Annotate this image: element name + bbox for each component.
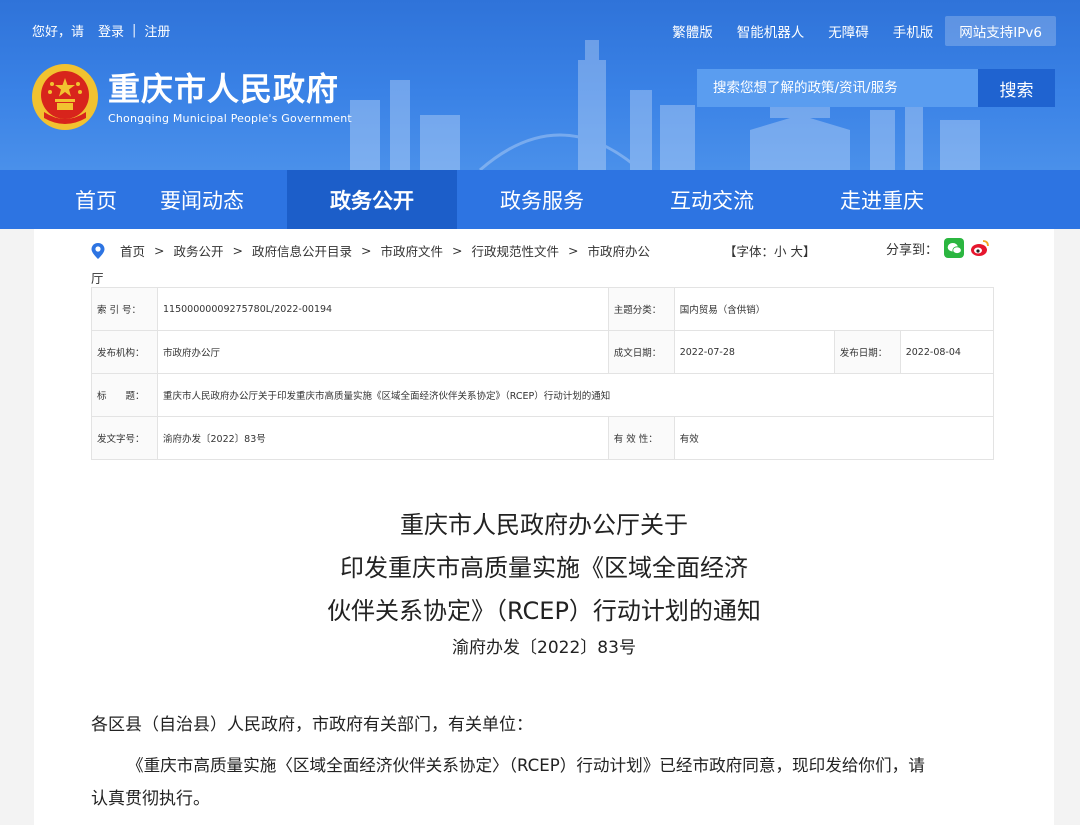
nav-news-label: 要闻动态 bbox=[160, 188, 244, 213]
breadcrumb-separator: > bbox=[568, 243, 579, 258]
accessibility-link[interactable]: 无障碍 bbox=[828, 21, 869, 41]
font-size-control[interactable]: 【字体：小 大】 bbox=[724, 241, 815, 260]
nav-government-affairs-label: 政务公开 bbox=[330, 188, 414, 213]
content-panel: 首页 > 政务公开 > 政府信息公开目录 > 市政府文件 > 行政规范性文件 >… bbox=[34, 229, 1054, 825]
created-date-label: 成文日期： bbox=[607, 330, 675, 374]
document-metadata-table: 索 引 号： 11500000009275780L/2022-00194 主题分… bbox=[91, 287, 995, 460]
breadcrumb-government-affairs[interactable]: 政务公开 bbox=[174, 241, 224, 260]
breadcrumb-normative-documents[interactable]: 行政规范性文件 bbox=[472, 241, 560, 260]
search-bar: 搜索 bbox=[697, 69, 1055, 107]
search-button[interactable]: 搜索 bbox=[978, 69, 1055, 107]
salutation: 各区县（自治县）人民政府，市政府有关部门，有关单位： bbox=[91, 715, 533, 735]
breadcrumb-separator: > bbox=[154, 243, 165, 258]
breadcrumb-general-office[interactable]: 市政府办公 bbox=[588, 241, 651, 260]
nav-about-chongqing-label: 走进重庆 bbox=[840, 188, 924, 213]
validity-label: 有 效 性： bbox=[607, 416, 675, 460]
ipv6-badge: 网站支持IPv6 bbox=[945, 16, 1056, 46]
index-label: 索 引 号： bbox=[91, 287, 158, 331]
doc-number-value: 渝府办发〔2022〕83号 bbox=[157, 416, 609, 460]
nav-home-label: 首页 bbox=[75, 188, 117, 213]
document-title-line-1: 重庆市人民政府办公厅关于 bbox=[400, 511, 688, 539]
login-link[interactable]: 登录 bbox=[98, 21, 124, 40]
topic-value: 国内贸易（含供销） bbox=[673, 287, 995, 331]
body-paragraph-line-2: 认真贯彻执行。 bbox=[91, 789, 210, 809]
nav-interaction-label: 互动交流 bbox=[670, 188, 754, 213]
location-pin-icon bbox=[91, 242, 105, 259]
issuer-value: 市政府办公厅 bbox=[157, 330, 609, 374]
nav-home[interactable]: 首页 bbox=[0, 170, 117, 229]
nav-interaction[interactable]: 互动交流 bbox=[627, 170, 797, 229]
divider: | bbox=[132, 23, 137, 38]
created-date-value: 2022-07-28 bbox=[673, 330, 835, 374]
nav-services-label: 政务服务 bbox=[500, 188, 584, 213]
share-bar: 分享到： bbox=[886, 238, 991, 258]
search-input[interactable] bbox=[697, 69, 978, 107]
breadcrumb: 首页 > 政务公开 > 政府信息公开目录 > 市政府文件 > 行政规范性文件 >… bbox=[90, 241, 1020, 260]
mobile-version-link[interactable]: 手机版 bbox=[893, 21, 934, 41]
breadcrumb-info-catalog[interactable]: 政府信息公开目录 bbox=[252, 241, 352, 260]
nav-services[interactable]: 政务服务 bbox=[457, 170, 627, 229]
user-links: 您好，请 登录 | 注册 bbox=[32, 21, 170, 40]
breadcrumb-separator: > bbox=[361, 243, 372, 258]
national-emblem-icon bbox=[32, 64, 98, 130]
doc-number-label: 发文字号： bbox=[91, 416, 158, 460]
register-link[interactable]: 注册 bbox=[144, 21, 170, 40]
title-value: 重庆市人民政府办公厅关于印发重庆市高质量实施《区域全面经济伙伴关系协定》（RCE… bbox=[157, 373, 994, 417]
nav-about-chongqing[interactable]: 走进重庆 bbox=[797, 170, 967, 229]
breadcrumb-wrap-text[interactable]: 厅 bbox=[91, 268, 104, 287]
nav-government-affairs[interactable]: 政务公开 bbox=[287, 170, 457, 229]
main-nav: 首页 要闻动态 政务公开 政务服务 互动交流 走进重庆 bbox=[0, 170, 1080, 229]
site-logo[interactable]: 重庆市人民政府 Chongqing Municipal People's Gov… bbox=[30, 62, 352, 132]
published-date-label: 发布日期： bbox=[833, 330, 901, 374]
breadcrumb-separator: > bbox=[452, 243, 463, 258]
issuer-label: 发布机构： bbox=[91, 330, 158, 374]
document-number: 渝府办发〔2022〕83号 bbox=[452, 638, 636, 658]
weibo-icon[interactable] bbox=[970, 238, 991, 258]
validity-value: 有效 bbox=[673, 416, 995, 460]
wechat-icon[interactable] bbox=[944, 238, 965, 258]
published-date-value: 2022-08-04 bbox=[899, 330, 995, 374]
body-paragraph-line-1: 《重庆市高质量实施〈区域全面经济伙伴关系协定〉（RCEP）行动计划》已经市政府同… bbox=[127, 756, 925, 775]
ai-robot-link[interactable]: 智能机器人 bbox=[737, 21, 805, 41]
title-label: 标 题： bbox=[91, 373, 158, 417]
utility-links: 繁體版 智能机器人 无障碍 手机版 网站支持IPv6 bbox=[648, 16, 1056, 46]
site-name: 重庆市人民政府 bbox=[108, 69, 340, 108]
share-label: 分享到： bbox=[886, 242, 939, 258]
site-name-english: Chongqing Municipal People's Government bbox=[108, 111, 352, 125]
breadcrumb-separator: > bbox=[232, 243, 243, 258]
nav-news[interactable]: 要闻动态 bbox=[117, 170, 287, 229]
traditional-chinese-link[interactable]: 繁體版 bbox=[672, 21, 713, 41]
index-value: 11500000009275780L/2022-00194 bbox=[157, 287, 609, 331]
logo-text: 重庆市人民政府 Chongqing Municipal People's Gov… bbox=[108, 70, 352, 125]
breadcrumb-municipal-documents[interactable]: 市政府文件 bbox=[381, 241, 444, 260]
document-title-line-3: 伙伴关系协定》（RCEP）行动计划的通知 bbox=[327, 597, 761, 625]
document-title-line-2: 印发重庆市高质量实施《区域全面经济 bbox=[340, 554, 748, 582]
greeting-text: 您好，请 bbox=[32, 25, 85, 40]
site-header: 您好，请 登录 | 注册 繁體版 智能机器人 无障碍 手机版 网站支持IPv6 … bbox=[0, 0, 1080, 170]
topic-label: 主题分类： bbox=[607, 287, 675, 331]
breadcrumb-home[interactable]: 首页 bbox=[120, 241, 145, 260]
